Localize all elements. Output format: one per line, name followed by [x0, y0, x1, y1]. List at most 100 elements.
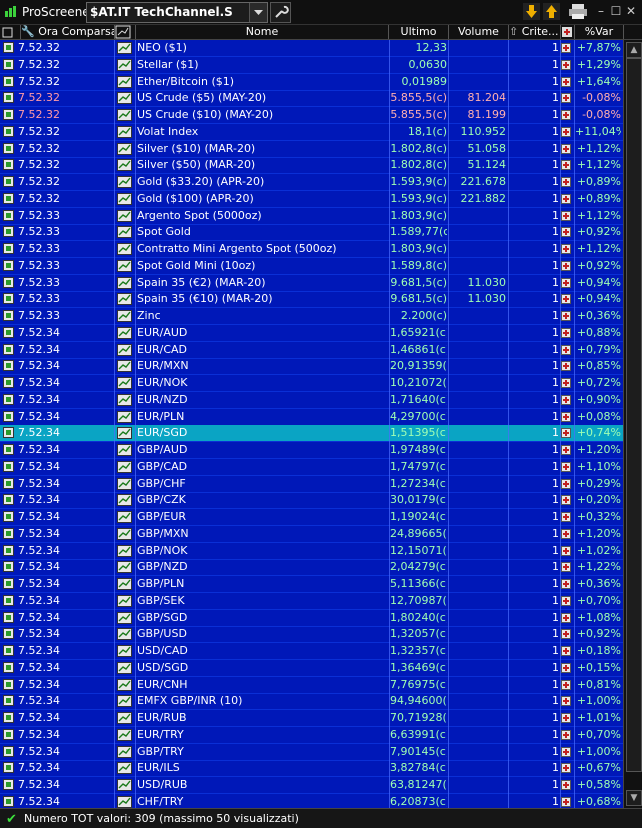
add-icon[interactable] — [561, 392, 573, 408]
add-icon[interactable] — [561, 308, 573, 324]
add-icon[interactable] — [561, 409, 573, 425]
chart-icon[interactable] — [117, 291, 133, 307]
chart-icon[interactable] — [117, 375, 133, 391]
add-icon[interactable] — [561, 291, 573, 307]
row-select-icon[interactable] — [3, 241, 15, 257]
add-icon[interactable] — [561, 794, 573, 808]
header-icon-col[interactable] — [0, 25, 21, 39]
row-select-icon[interactable] — [3, 375, 15, 391]
chart-icon[interactable] — [117, 693, 133, 709]
row-select-icon[interactable] — [3, 760, 15, 776]
table-row[interactable]: 7.52.32 US Crude ($10) (MAY-20) 5.855,5(c)… — [0, 107, 623, 124]
row-select-icon[interactable] — [3, 677, 15, 693]
chart-icon[interactable] — [117, 90, 133, 106]
chart-icon[interactable] — [117, 492, 133, 508]
chart-icon[interactable] — [117, 425, 133, 441]
chart-icon[interactable] — [117, 777, 133, 793]
row-select-icon[interactable] — [3, 794, 15, 808]
chart-icon[interactable] — [117, 643, 133, 659]
add-icon[interactable] — [561, 492, 573, 508]
screener-select[interactable]: $AT.IT TechChannel.S — [86, 2, 268, 23]
add-icon[interactable] — [561, 174, 573, 190]
add-icon[interactable] — [561, 208, 573, 224]
chart-icon[interactable] — [117, 442, 133, 458]
add-icon[interactable] — [561, 191, 573, 207]
chart-icon[interactable] — [117, 559, 133, 575]
add-icon[interactable] — [561, 90, 573, 106]
table-row[interactable]: 7.52.34 GBP/MXN 24,89665(c) 1 +1,20% — [0, 526, 623, 543]
table-row[interactable]: 7.52.32 Silver ($50) (MAR-20) 1.802,8(c) 51… — [0, 157, 623, 175]
vertical-scrollbar[interactable]: ▲ ▼ — [623, 40, 642, 808]
table-row[interactable]: 7.52.33 Zinc 2.200(c) 1 +0,36% — [0, 308, 623, 325]
row-select-icon[interactable] — [3, 442, 15, 458]
chart-icon[interactable] — [117, 191, 133, 207]
chart-icon[interactable] — [117, 543, 133, 559]
chart-icon[interactable] — [117, 74, 133, 90]
chart-icon[interactable] — [117, 107, 133, 123]
chart-icon[interactable] — [117, 308, 133, 324]
table-row[interactable]: 7.52.34 CHF/TRY 6,20873(c) 1 +0,68% — [0, 794, 623, 808]
add-icon[interactable] — [561, 693, 573, 709]
table-row[interactable]: 7.52.32 Gold ($100) (APR-20) 1.593,9(c) 221… — [0, 191, 623, 208]
close-icon[interactable]: ✕ — [624, 4, 638, 18]
row-select-icon[interactable] — [3, 107, 15, 123]
header-chart-col[interactable] — [115, 25, 136, 39]
chart-icon[interactable] — [117, 325, 133, 341]
row-select-icon[interactable] — [3, 693, 15, 709]
table-row[interactable]: 7.52.34 EUR/CAD 1,46861(c) 1 +0,79% — [0, 342, 623, 359]
chart-icon[interactable] — [117, 576, 133, 592]
row-select-icon[interactable] — [3, 57, 15, 73]
add-icon[interactable] — [561, 358, 573, 374]
row-select-icon[interactable] — [3, 40, 15, 56]
chart-icon[interactable] — [117, 409, 133, 425]
row-select-icon[interactable] — [3, 358, 15, 374]
add-icon[interactable] — [561, 442, 573, 458]
table-row[interactable]: 7.52.34 GBP/EUR 1,19024(c) 1 +0,32% — [0, 509, 623, 526]
add-icon[interactable] — [561, 777, 573, 793]
minimize-icon[interactable]: – — [594, 4, 608, 18]
add-icon[interactable] — [561, 459, 573, 475]
table-row[interactable]: 7.52.33 Spot Gold Mini (10oz) 1.589,8(c) 1 +… — [0, 258, 623, 275]
row-select-icon[interactable] — [3, 291, 15, 307]
add-icon[interactable] — [561, 559, 573, 575]
add-icon[interactable] — [561, 660, 573, 676]
add-icon[interactable] — [561, 677, 573, 693]
add-icon[interactable] — [561, 576, 573, 592]
chart-icon[interactable] — [117, 660, 133, 676]
table-row[interactable]: 7.52.34 GBP/AUD 1,97489(c) 1 +1,20% — [0, 442, 623, 459]
table-row[interactable]: 7.52.33 Argento Spot (5000oz) 1.803,9(c) 1 +… — [0, 208, 623, 225]
add-icon[interactable] — [561, 710, 573, 726]
row-select-icon[interactable] — [3, 409, 15, 425]
table-row[interactable]: 7.52.33 Spot Gold 1.589,77(c) 1 +0,92% — [0, 224, 623, 242]
row-select-icon[interactable] — [3, 174, 15, 190]
row-select-icon[interactable] — [3, 459, 15, 475]
add-icon[interactable] — [561, 141, 573, 157]
arrow-up-icon[interactable] — [543, 3, 560, 20]
row-select-icon[interactable] — [3, 610, 15, 626]
table-row[interactable]: 7.52.34 EUR/RUB 70,71928(c) 1 +1,01% — [0, 710, 623, 727]
chart-icon[interactable] — [117, 241, 133, 257]
table-row[interactable]: 7.52.32 NEO ($1) 12,33 1 +7,87% — [0, 40, 623, 57]
add-icon[interactable] — [561, 610, 573, 626]
row-select-icon[interactable] — [3, 224, 15, 240]
table-row[interactable]: 7.52.33 Spain 35 (€10) (MAR-20) 9.681,5(c)… — [0, 291, 623, 309]
chart-icon[interactable] — [117, 224, 133, 240]
print-icon[interactable] — [567, 3, 589, 20]
add-icon[interactable] — [561, 40, 573, 56]
table-row[interactable]: 7.52.34 EUR/CNH 7,76975(c) 1 +0,81% — [0, 677, 623, 694]
add-icon[interactable] — [561, 57, 573, 73]
table-row[interactable]: 7.52.34 USD/RUB 63,81247(c) 1 +0,58% — [0, 777, 623, 794]
scroll-thumb[interactable] — [626, 58, 642, 772]
add-icon[interactable] — [561, 157, 573, 173]
chart-icon[interactable] — [117, 710, 133, 726]
row-select-icon[interactable] — [3, 593, 15, 609]
table-row[interactable]: 7.52.32 Stellar ($1) 0,0630 1 +1,29% — [0, 57, 623, 74]
add-icon[interactable] — [561, 526, 573, 542]
row-select-icon[interactable] — [3, 74, 15, 90]
chart-icon[interactable] — [117, 610, 133, 626]
add-icon[interactable] — [561, 593, 573, 609]
row-select-icon[interactable] — [3, 392, 15, 408]
header-time[interactable]: 🔧 Ora Comparsa — [21, 25, 115, 39]
table-row[interactable]: 7.52.32 Volat Index 18,1(c) 110.952 1 +11,04% — [0, 124, 623, 141]
row-select-icon[interactable] — [3, 509, 15, 525]
